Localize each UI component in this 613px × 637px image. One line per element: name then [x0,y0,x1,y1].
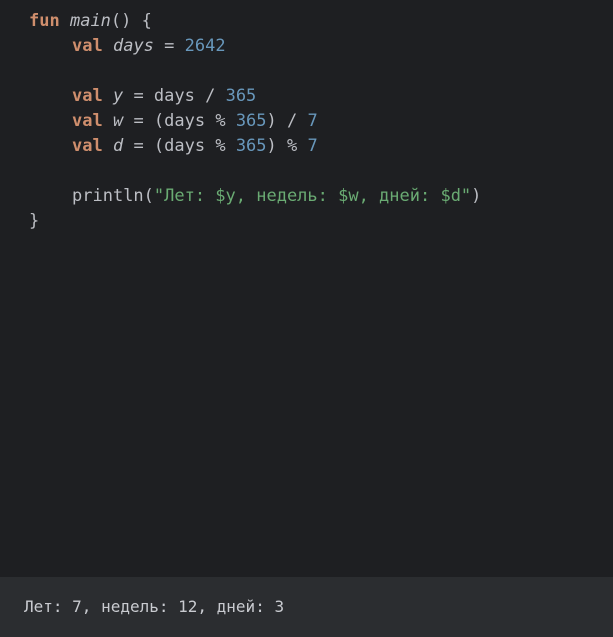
assign-operator: = [153,36,185,56]
output-text: Лет: 7, недель: 12, дней: 3 [24,597,285,616]
function-signature: () { [110,11,152,31]
string-literal: "Лет: $y, недель: $w, дней: $d" [153,186,472,206]
code-editor[interactable]: fun main() { val days = 2642 val y = day… [0,0,613,577]
app-root: fun main() { val days = 2642 val y = day… [0,0,613,637]
code-line-4: val y = days / 365 [29,84,613,109]
println-call: println( [72,186,154,206]
code-line-5: val w = (days % 365) / 7 [29,109,613,134]
variable-days: days [112,36,154,56]
keyword-val: val [72,86,103,106]
code-line-9: } [29,209,613,234]
number-literal: 7 [307,136,318,156]
number-literal: 365 [225,86,257,106]
number-literal: 365 [235,111,267,131]
keyword-val: val [72,136,103,156]
expression: ) / [266,111,308,131]
variable-w: w [112,111,124,131]
keyword-val: val [72,36,103,56]
keyword-val: val [72,111,103,131]
keyword-fun: fun [29,11,60,31]
closing-brace: } [29,211,40,231]
expression: = (days % [123,111,236,131]
expression: = (days % [123,136,236,156]
function-name: main [69,11,111,31]
number-literal: 365 [235,136,267,156]
number-literal: 2642 [184,36,226,56]
variable-y: y [112,86,124,106]
variable-d: d [112,136,124,156]
expression: = days / [123,86,226,106]
code-line-1: fun main() { [29,9,613,34]
close-paren: ) [471,186,482,206]
number-literal: 7 [307,111,318,131]
code-line-2: val days = 2642 [29,34,613,59]
code-line-6: val d = (days % 365) % 7 [29,134,613,159]
run-output-panel: Лет: 7, недель: 12, дней: 3 [0,577,613,637]
code-line-8: println("Лет: $y, недель: $w, дней: $d") [29,184,613,209]
expression: ) % [266,136,308,156]
